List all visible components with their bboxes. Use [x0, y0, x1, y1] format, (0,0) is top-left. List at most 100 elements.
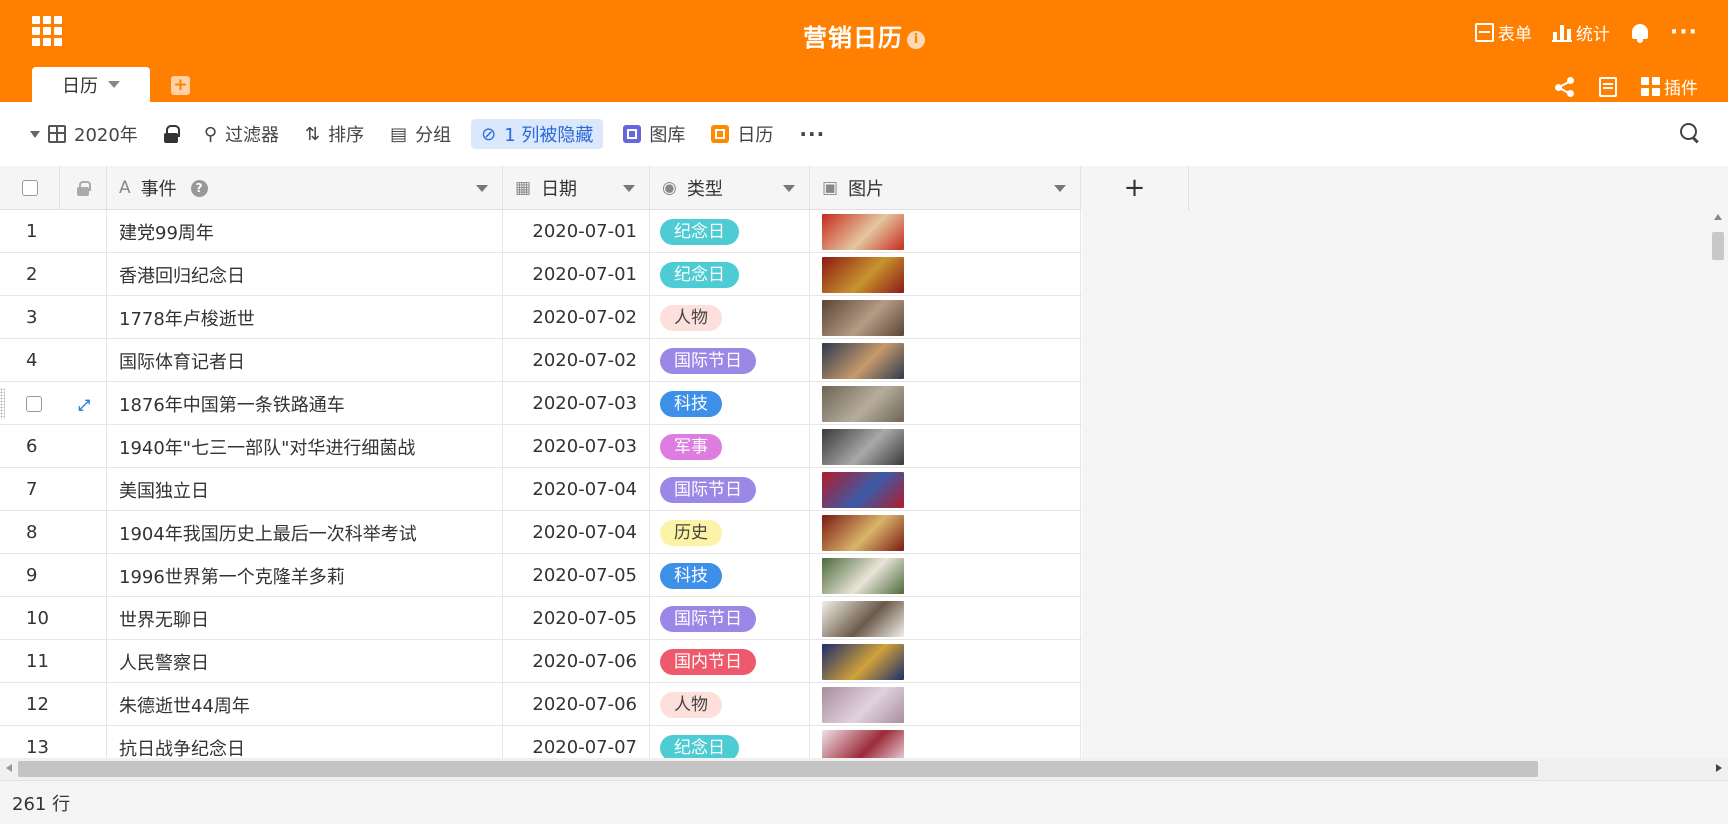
table-row[interactable]: 13 抗日战争纪念日 2020-07-07 纪念日 — [0, 726, 1082, 758]
type-cell[interactable]: 人物 — [650, 683, 810, 726]
type-cell[interactable]: 科技 — [650, 382, 810, 425]
table-row[interactable]: 7 美国独立日 2020-07-04 国际节日 — [0, 468, 1082, 511]
toolbar-more-button[interactable]: ··· — [793, 119, 831, 149]
date-cell[interactable]: 2020-07-01 — [503, 253, 650, 296]
calendar-view-button[interactable]: 日历 — [705, 119, 779, 149]
more-menu-button[interactable]: ··· — [1670, 21, 1698, 43]
add-column-button[interactable]: + — [1081, 166, 1189, 210]
table-selector[interactable]: 2020年 — [24, 119, 144, 149]
date-cell[interactable]: 2020-07-01 — [503, 210, 650, 253]
scroll-up-arrow[interactable] — [1714, 214, 1722, 220]
notification-button[interactable] — [1630, 22, 1650, 44]
lock-button[interactable] — [158, 119, 184, 149]
date-cell[interactable]: 2020-07-04 — [503, 468, 650, 511]
date-cell[interactable]: 2020-07-05 — [503, 597, 650, 640]
chevron-down-icon[interactable] — [1054, 184, 1066, 192]
column-header-date[interactable]: ▦ 日期 — [503, 166, 650, 210]
table-row[interactable]: 9 1996世界第一个克隆羊多莉 2020-07-05 科技 — [0, 554, 1082, 597]
hidden-columns-button[interactable]: ⊘ 1 列被隐藏 — [471, 119, 604, 149]
image-cell[interactable] — [810, 253, 1081, 296]
image-cell[interactable] — [810, 296, 1081, 339]
type-cell[interactable]: 纪念日 — [650, 726, 810, 758]
column-header-image[interactable]: ▣ 图片 — [810, 166, 1081, 210]
table-row[interactable]: 8 1904年我国历史上最后一次科举考试 2020-07-04 历史 — [0, 511, 1082, 554]
event-cell[interactable]: 1996世界第一个克隆羊多莉 — [107, 554, 503, 597]
type-cell[interactable]: 纪念日 — [650, 253, 810, 296]
tab-calendar[interactable]: 日历 — [32, 67, 150, 102]
date-cell[interactable]: 2020-07-04 — [503, 511, 650, 554]
event-cell[interactable]: 人民警察日 — [107, 640, 503, 683]
gallery-view-button[interactable]: 图库 — [617, 119, 691, 149]
image-thumbnail[interactable] — [822, 428, 904, 465]
date-cell[interactable]: 2020-07-03 — [503, 382, 650, 425]
image-thumbnail[interactable] — [822, 385, 904, 422]
image-thumbnail[interactable] — [822, 213, 904, 250]
event-cell[interactable]: 建党99周年 — [107, 210, 503, 253]
event-cell[interactable]: 朱德逝世44周年 — [107, 683, 503, 726]
table-row[interactable]: 6 1940年"七三一部队"对华进行细菌战 2020-07-03 军事 — [0, 425, 1082, 468]
image-cell[interactable] — [810, 339, 1081, 382]
scroll-left-arrow[interactable] — [6, 764, 12, 772]
type-cell[interactable]: 人物 — [650, 296, 810, 339]
image-cell[interactable] — [810, 210, 1081, 253]
share-icon[interactable] — [1555, 76, 1575, 97]
drag-handle-icon[interactable] — [0, 388, 5, 419]
horizontal-scrollbar[interactable] — [0, 758, 1728, 780]
type-cell[interactable]: 军事 — [650, 425, 810, 468]
column-header-event[interactable]: A 事件 ? — [107, 166, 503, 210]
table-row[interactable]: 3 1778年卢梭逝世 2020-07-02 人物 — [0, 296, 1082, 339]
form-button[interactable]: 表单 — [1474, 20, 1532, 45]
table-row[interactable]: 4 国际体育记者日 2020-07-02 国际节日 — [0, 339, 1082, 382]
chevron-down-icon[interactable] — [476, 184, 488, 192]
date-cell[interactable]: 2020-07-02 — [503, 296, 650, 339]
type-cell[interactable]: 国际节日 — [650, 468, 810, 511]
image-cell[interactable] — [810, 683, 1081, 726]
image-cell[interactable] — [810, 554, 1081, 597]
table-row[interactable]: ⤢ 1876年中国第一条铁路通车 2020-07-03 科技 — [0, 382, 1082, 425]
event-cell[interactable]: 香港回归纪念日 — [107, 253, 503, 296]
image-thumbnail[interactable] — [822, 557, 904, 594]
image-thumbnail[interactable] — [822, 299, 904, 336]
image-thumbnail[interactable] — [822, 600, 904, 637]
expand-row-icon[interactable]: ⤢ — [78, 396, 90, 414]
column-header-type[interactable]: ◉ 类型 — [650, 166, 810, 210]
image-thumbnail[interactable] — [822, 471, 904, 508]
image-thumbnail[interactable] — [822, 729, 904, 758]
event-cell[interactable]: 美国独立日 — [107, 468, 503, 511]
type-cell[interactable]: 纪念日 — [650, 210, 810, 253]
question-icon[interactable]: ? — [190, 179, 208, 197]
scroll-right-arrow[interactable] — [1716, 764, 1722, 772]
image-thumbnail[interactable] — [822, 686, 904, 723]
image-cell[interactable] — [810, 597, 1081, 640]
group-button[interactable]: ▤ 分组 — [384, 119, 457, 149]
chevron-down-icon[interactable] — [783, 184, 795, 192]
event-cell[interactable]: 1876年中国第一条铁路通车 — [107, 382, 503, 425]
table-row[interactable]: 10 世界无聊日 2020-07-05 国际节日 — [0, 597, 1082, 640]
event-cell[interactable]: 抗日战争纪念日 — [107, 726, 503, 758]
sort-button[interactable]: ⇅ 排序 — [299, 119, 370, 149]
image-thumbnail[interactable] — [822, 514, 904, 551]
horizontal-scroll-thumb[interactable] — [18, 761, 1538, 777]
chevron-down-icon[interactable] — [108, 81, 120, 88]
type-cell[interactable]: 历史 — [650, 511, 810, 554]
type-cell[interactable]: 科技 — [650, 554, 810, 597]
date-cell[interactable]: 2020-07-07 — [503, 726, 650, 758]
row-checkbox[interactable] — [26, 395, 42, 412]
image-cell[interactable] — [810, 726, 1081, 758]
table-row[interactable]: 12 朱德逝世44周年 2020-07-06 人物 — [0, 683, 1082, 726]
image-cell[interactable] — [810, 425, 1081, 468]
plugin-button[interactable]: 插件 — [1641, 74, 1698, 99]
image-cell[interactable] — [810, 382, 1081, 425]
image-thumbnail[interactable] — [822, 256, 904, 293]
table-row[interactable]: 11 人民警察日 2020-07-06 国内节日 — [0, 640, 1082, 683]
date-cell[interactable]: 2020-07-05 — [503, 554, 650, 597]
date-cell[interactable]: 2020-07-03 — [503, 425, 650, 468]
vertical-scroll-thumb[interactable] — [1712, 232, 1724, 260]
image-thumbnail[interactable] — [822, 342, 904, 379]
date-cell[interactable]: 2020-07-06 — [503, 640, 650, 683]
date-cell[interactable]: 2020-07-02 — [503, 339, 650, 382]
info-icon[interactable]: i — [907, 31, 925, 49]
date-cell[interactable]: 2020-07-06 — [503, 683, 650, 726]
add-tab-icon[interactable]: + — [171, 76, 190, 95]
image-cell[interactable] — [810, 511, 1081, 554]
